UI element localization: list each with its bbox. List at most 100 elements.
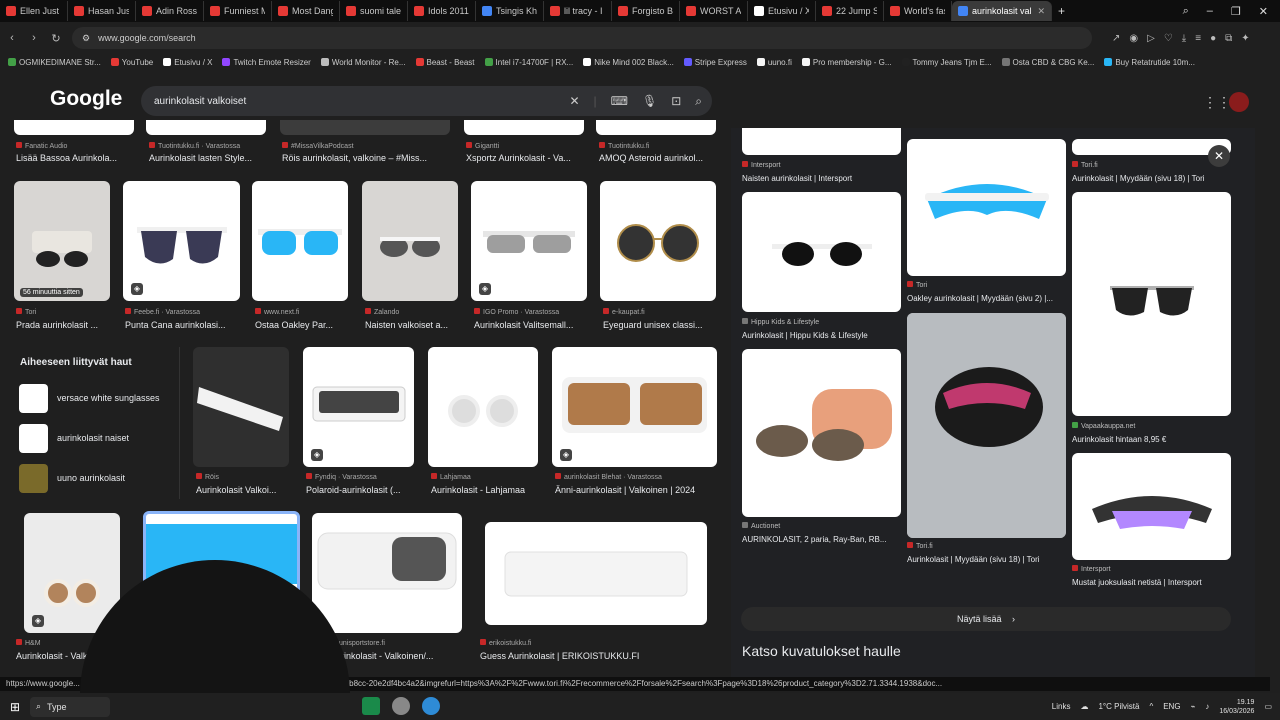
panel-thumb[interactable] bbox=[1072, 139, 1231, 155]
panel-title[interactable]: Oakley aurinkolasit | Myydään (sivu 2) |… bbox=[907, 294, 1066, 303]
notification-icon[interactable]: ▭ bbox=[1264, 702, 1272, 711]
share-icon[interactable]: ↗ bbox=[1112, 33, 1120, 44]
browser-tab[interactable]: aurinkolasit valkoiset - ✕ bbox=[952, 1, 1052, 21]
volume-icon[interactable]: ♪ bbox=[1205, 702, 1209, 711]
panel-title[interactable]: Naisten aurinkolasit | Intersport bbox=[742, 174, 901, 183]
reload-icon[interactable]: ↻ bbox=[50, 32, 62, 45]
result-title[interactable]: Aurinkolasit - Lahjamaa bbox=[431, 485, 541, 495]
result-thumb[interactable] bbox=[428, 347, 538, 467]
result-title[interactable]: Aurinkolasit - Valkoinen/... bbox=[330, 651, 465, 661]
restore-button[interactable]: ❐ bbox=[1231, 5, 1241, 18]
panel-title[interactable]: Mustat juoksulasit netistä | Intersport bbox=[1072, 578, 1231, 587]
panel-title[interactable]: Aurinkolasit hintaan 8,95 € bbox=[1072, 435, 1231, 444]
panel-thumb[interactable] bbox=[907, 139, 1066, 276]
bookmark-item[interactable]: YouTube bbox=[110, 58, 153, 67]
edge-icon[interactable] bbox=[422, 697, 440, 715]
browser-tab[interactable]: Ellen Just Tie bbox=[0, 1, 68, 21]
clock[interactable]: 19.19 16/03/2026 bbox=[1219, 698, 1254, 716]
new-tab-button[interactable]: + bbox=[1058, 4, 1065, 18]
windows-start-icon[interactable]: ⊞ bbox=[0, 700, 30, 714]
browser-tab[interactable]: Most Danger bbox=[272, 1, 340, 21]
result-thumb[interactable]: ◈ bbox=[123, 181, 240, 301]
result-title[interactable]: Aurinkolasit lasten Style... bbox=[149, 153, 267, 163]
panel-thumb[interactable] bbox=[742, 192, 901, 312]
result-thumb[interactable] bbox=[464, 120, 584, 135]
download-icon[interactable]: ⤓ bbox=[1182, 33, 1186, 44]
result-title[interactable]: Aurinkolasit Valitsemall... bbox=[474, 320, 590, 330]
result-thumb[interactable] bbox=[280, 120, 450, 135]
bookmark-item[interactable]: Etusivu / X bbox=[163, 58, 212, 67]
bookmark-item[interactable]: Osta CBD & CBG Ke... bbox=[1001, 58, 1094, 67]
panel-thumb[interactable] bbox=[1072, 453, 1231, 560]
bookmark-item[interactable]: Pro membership - G... bbox=[801, 58, 892, 67]
result-title[interactable]: AMOQ Asteroid aurinkol... bbox=[599, 153, 717, 163]
app-icon[interactable] bbox=[362, 697, 380, 715]
result-title[interactable]: Punta Cana aurinkolasi... bbox=[125, 320, 242, 330]
browser-tab[interactable]: lil tracy - I can bbox=[544, 1, 612, 21]
keyboard-icon[interactable]: ⌨ bbox=[611, 94, 628, 108]
avatar[interactable] bbox=[1229, 92, 1249, 112]
bookmark-item[interactable]: OGMIKEDIMANE Str... bbox=[8, 58, 101, 67]
site-info-icon[interactable]: ⚙ bbox=[82, 33, 90, 44]
bookmark-item[interactable]: uuno.fi bbox=[756, 58, 792, 67]
related-item[interactable]: aurinkolasit naiset bbox=[14, 418, 179, 458]
extension-icon[interactable]: ⧉ bbox=[1225, 33, 1232, 44]
close-window-button[interactable]: ✕ bbox=[1259, 5, 1268, 18]
search-icon[interactable]: ⌕ bbox=[695, 94, 702, 109]
result-thumb[interactable]: ◈ bbox=[552, 347, 717, 467]
panel-title[interactable]: AURINKOLASIT, 2 paria, Ray-Ban, RB... bbox=[742, 535, 901, 544]
back-icon[interactable]: ‹ bbox=[6, 32, 18, 44]
result-thumb[interactable] bbox=[596, 120, 716, 135]
browser-tab[interactable]: Tsingis Khan bbox=[476, 1, 544, 21]
browser-tab[interactable]: Idols 2011: T bbox=[408, 1, 476, 21]
result-title[interactable]: Änni-aurinkolasit | Valkoinen | 2024 bbox=[555, 485, 720, 495]
menu-icon[interactable]: ≡ bbox=[1195, 33, 1201, 44]
result-title[interactable]: Aurinkolasit Valkoi... bbox=[196, 485, 292, 495]
related-item[interactable]: versace white sunglasses bbox=[14, 378, 179, 418]
browser-tab[interactable]: 22 Jump Stre bbox=[816, 1, 884, 21]
result-thumb[interactable]: ◈ bbox=[471, 181, 587, 301]
search-input[interactable]: aurinkolasit valkoiset ✕ | ⌨ 🎙 ⊡ ⌕ bbox=[141, 86, 712, 116]
result-title[interactable]: Xsportz Aurinkolasit - Va... bbox=[466, 153, 584, 163]
camera-icon[interactable]: ◉ bbox=[1129, 33, 1138, 44]
taskbar-search[interactable]: ⌕ Type bbox=[30, 696, 110, 717]
browser-tab[interactable]: World's faste bbox=[884, 1, 952, 21]
microphone-icon[interactable]: 🎙 bbox=[642, 94, 657, 108]
result-title[interactable]: Polaroid-aurinkolasit (... bbox=[306, 485, 417, 495]
bookmark-item[interactable]: Beast - Beast bbox=[415, 58, 475, 67]
panel-thumb[interactable] bbox=[907, 313, 1066, 538]
close-tab-icon[interactable]: ✕ bbox=[1037, 6, 1045, 17]
result-thumb[interactable] bbox=[252, 181, 348, 301]
browser-tab[interactable]: suomi talent bbox=[340, 1, 408, 21]
bookmark-item[interactable]: Twitch Emote Resizer bbox=[222, 58, 311, 67]
url-field[interactable]: ⚙ www.google.com/search bbox=[72, 27, 1092, 49]
browser-tab[interactable]: Adin Ross Re bbox=[136, 1, 204, 21]
result-thumb[interactable] bbox=[14, 120, 134, 135]
result-title[interactable]: Eyeguard unisex classi... bbox=[603, 320, 719, 330]
browser-tab[interactable]: Forgisto Blow bbox=[612, 1, 680, 21]
search-tabs-icon[interactable]: ⌕ bbox=[1183, 5, 1189, 18]
result-thumb[interactable]: ◈ bbox=[303, 347, 414, 467]
links-toolbar[interactable]: Links bbox=[1052, 702, 1071, 711]
chevron-up-icon[interactable]: ^ bbox=[1149, 702, 1153, 711]
browser-tab[interactable]: Funniest Mon bbox=[204, 1, 272, 21]
language-indicator[interactable]: ENG bbox=[1163, 702, 1180, 711]
show-more-button[interactable]: Näytä lisää › bbox=[741, 607, 1231, 631]
result-thumb[interactable] bbox=[485, 522, 707, 625]
bookmark-item[interactable]: World Monitor - Re... bbox=[320, 58, 406, 67]
bookmark-item[interactable]: Intel i7-14700F | RX... bbox=[484, 58, 573, 67]
result-thumb[interactable] bbox=[312, 513, 462, 633]
close-panel-button[interactable]: ✕ bbox=[1208, 145, 1230, 167]
browser-tab[interactable]: Hasan Just F bbox=[68, 1, 136, 21]
bookmark-item[interactable]: Nike Mind 002 Black... bbox=[583, 58, 674, 67]
browser-tab[interactable]: WORST Audit bbox=[680, 1, 748, 21]
panel-thumb[interactable] bbox=[742, 128, 901, 155]
bookmark-item[interactable]: Stripe Express bbox=[683, 58, 747, 67]
panel-thumb[interactable] bbox=[742, 349, 901, 517]
clear-icon[interactable]: ✕ bbox=[569, 94, 579, 108]
related-item[interactable]: uuno aurinkolasit bbox=[14, 458, 179, 498]
result-thumb[interactable] bbox=[362, 181, 458, 301]
browser-tab[interactable]: Etusivu / X bbox=[748, 1, 816, 21]
play-icon[interactable]: ▷ bbox=[1147, 33, 1155, 44]
result-title[interactable]: Ostaa Oakley Par... bbox=[255, 320, 351, 330]
